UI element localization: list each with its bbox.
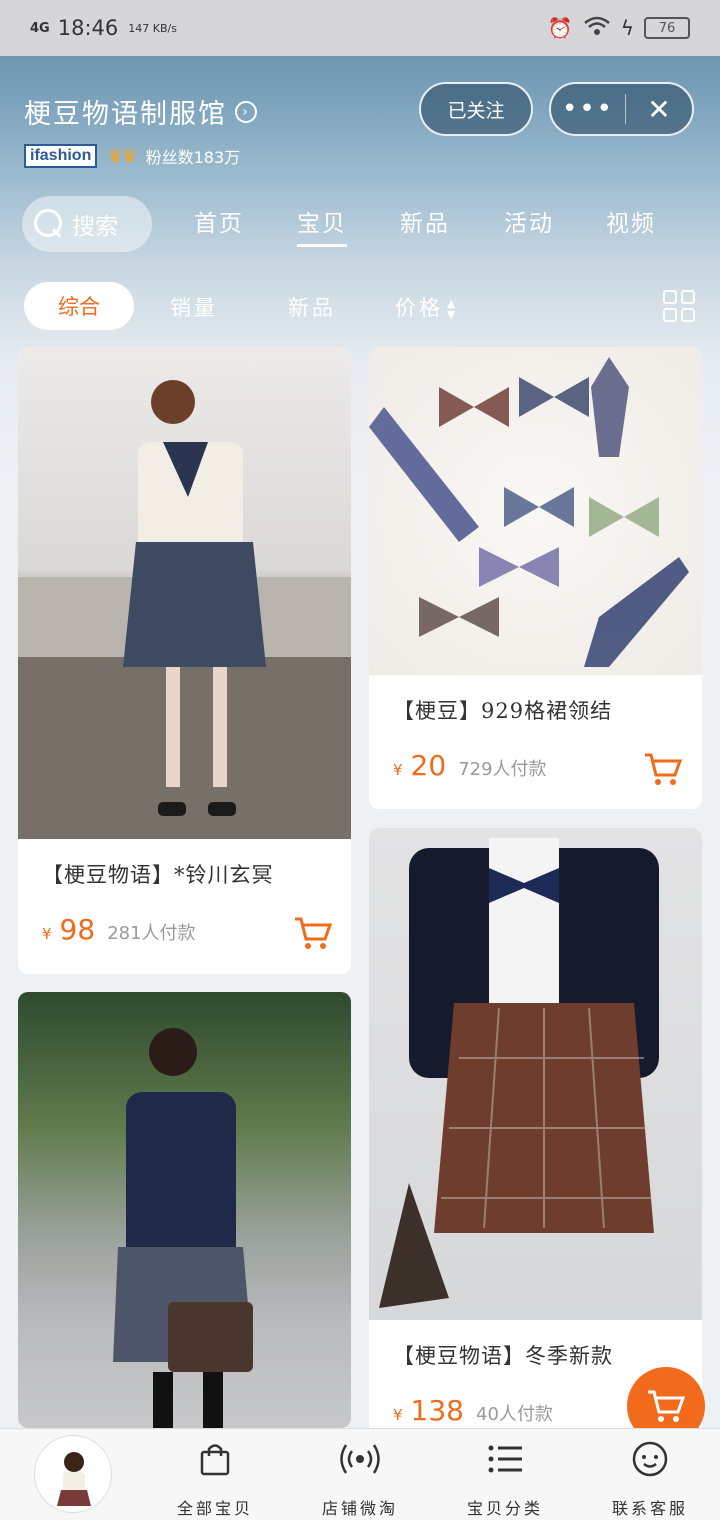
tab-new[interactable]: 新品 xyxy=(400,204,450,238)
product-title: 【梗豆物语】冬季新款 xyxy=(393,1344,613,1368)
status-bar: 4G 18:46 147 KB/s ⏰ ϟ 76 xyxy=(0,0,720,56)
filter-sales[interactable]: 销量 xyxy=(170,292,218,322)
product-card[interactable]: 【梗豆物语】*铃川玄冥 ¥ 98 281人付款 xyxy=(18,347,351,974)
sold-count: 729人付款 xyxy=(458,759,547,780)
shopping-bag-icon xyxy=(155,1437,275,1481)
tab-products[interactable]: 宝贝 xyxy=(297,204,347,247)
clock: 18:46 xyxy=(57,16,119,40)
add-to-cart-icon[interactable] xyxy=(643,751,683,787)
product-image xyxy=(369,347,702,675)
alarm-icon: ⏰ xyxy=(547,16,573,40)
list-icon xyxy=(445,1437,565,1481)
product-image xyxy=(18,992,351,1428)
product-title: 【梗豆物语】*铃川玄冥 xyxy=(42,863,274,887)
network-speed: 147 KB/s xyxy=(128,21,177,35)
charging-icon: ϟ xyxy=(620,16,634,40)
tab-activity[interactable]: 活动 xyxy=(504,204,554,238)
bottom-tab-categories[interactable]: 宝贝分类 xyxy=(445,1437,565,1519)
shop-name: 梗豆物语制服馆 xyxy=(24,99,227,130)
grid-view-icon[interactable] xyxy=(663,290,697,324)
product-card[interactable]: 【梗豆物语】冬季新款 ¥ 138 40人付款 xyxy=(369,828,702,1448)
shop-meta: ifashion ♛♛ 粉丝数183万 xyxy=(24,144,240,168)
bottom-tab-all-products[interactable]: 全部宝贝 xyxy=(155,1437,275,1519)
sort-arrows-icon: ▲ ▼ xyxy=(447,297,459,321)
shop-name-link[interactable]: 梗豆物语制服馆 › xyxy=(24,92,257,131)
bottom-tab-bar: 全部宝贝 店铺微淘 宝贝分类 联系客服 xyxy=(0,1428,720,1520)
fans-count: 粉丝数183万 xyxy=(145,148,241,167)
wifi-icon xyxy=(583,16,611,41)
follow-button[interactable]: 已关注 xyxy=(419,82,533,136)
product-title: 【梗豆】929格裙领结 xyxy=(393,699,613,723)
product-card[interactable]: 【梗豆】929格裙领结 ¥ 20 729人付款 xyxy=(369,347,702,809)
filter-comprehensive[interactable]: 综合 xyxy=(24,282,134,330)
product-image xyxy=(369,828,702,1320)
capsule-menu: ••• ✕ xyxy=(549,82,694,136)
shop-avatar[interactable] xyxy=(34,1435,112,1513)
more-options-button[interactable]: ••• xyxy=(551,84,625,134)
filter-price[interactable]: 价格 ▲ ▼ xyxy=(395,292,458,322)
add-to-cart-icon[interactable] xyxy=(293,915,333,951)
sold-count: 40人付款 xyxy=(476,1404,553,1425)
product-price: ¥ 20 729人付款 xyxy=(393,749,547,782)
product-price: ¥ 98 281人付款 xyxy=(42,913,196,946)
bottom-tab-shop-feed[interactable]: 店铺微淘 xyxy=(300,1437,420,1519)
sort-filter-bar: 综合 销量 新品 价格 ▲ ▼ xyxy=(0,282,720,332)
product-price: ¥ 138 40人付款 xyxy=(393,1394,553,1427)
battery-indicator: 76 xyxy=(644,17,690,39)
network-indicator: 4G xyxy=(30,20,50,36)
close-button[interactable]: ✕ xyxy=(626,93,692,126)
sold-count: 281人付款 xyxy=(107,923,196,944)
shop-nav-tabs: 首页 宝贝 新品 活动 视频 xyxy=(0,204,720,252)
cart-icon xyxy=(648,1390,686,1422)
filter-new[interactable]: 新品 xyxy=(288,292,336,322)
chevron-right-icon: › xyxy=(235,100,257,123)
ifashion-badge: ifashion xyxy=(24,144,98,168)
bottom-tab-customer-service[interactable]: 联系客服 xyxy=(590,1437,710,1519)
tab-home[interactable]: 首页 xyxy=(194,204,244,238)
crown-rating-icon: ♛♛ xyxy=(107,145,137,167)
broadcast-icon xyxy=(300,1437,420,1481)
product-image xyxy=(18,347,351,839)
chat-face-icon xyxy=(590,1437,710,1481)
filter-price-label: 价格 xyxy=(395,296,443,320)
product-card[interactable] xyxy=(18,992,351,1428)
tab-video[interactable]: 视频 xyxy=(606,204,656,238)
